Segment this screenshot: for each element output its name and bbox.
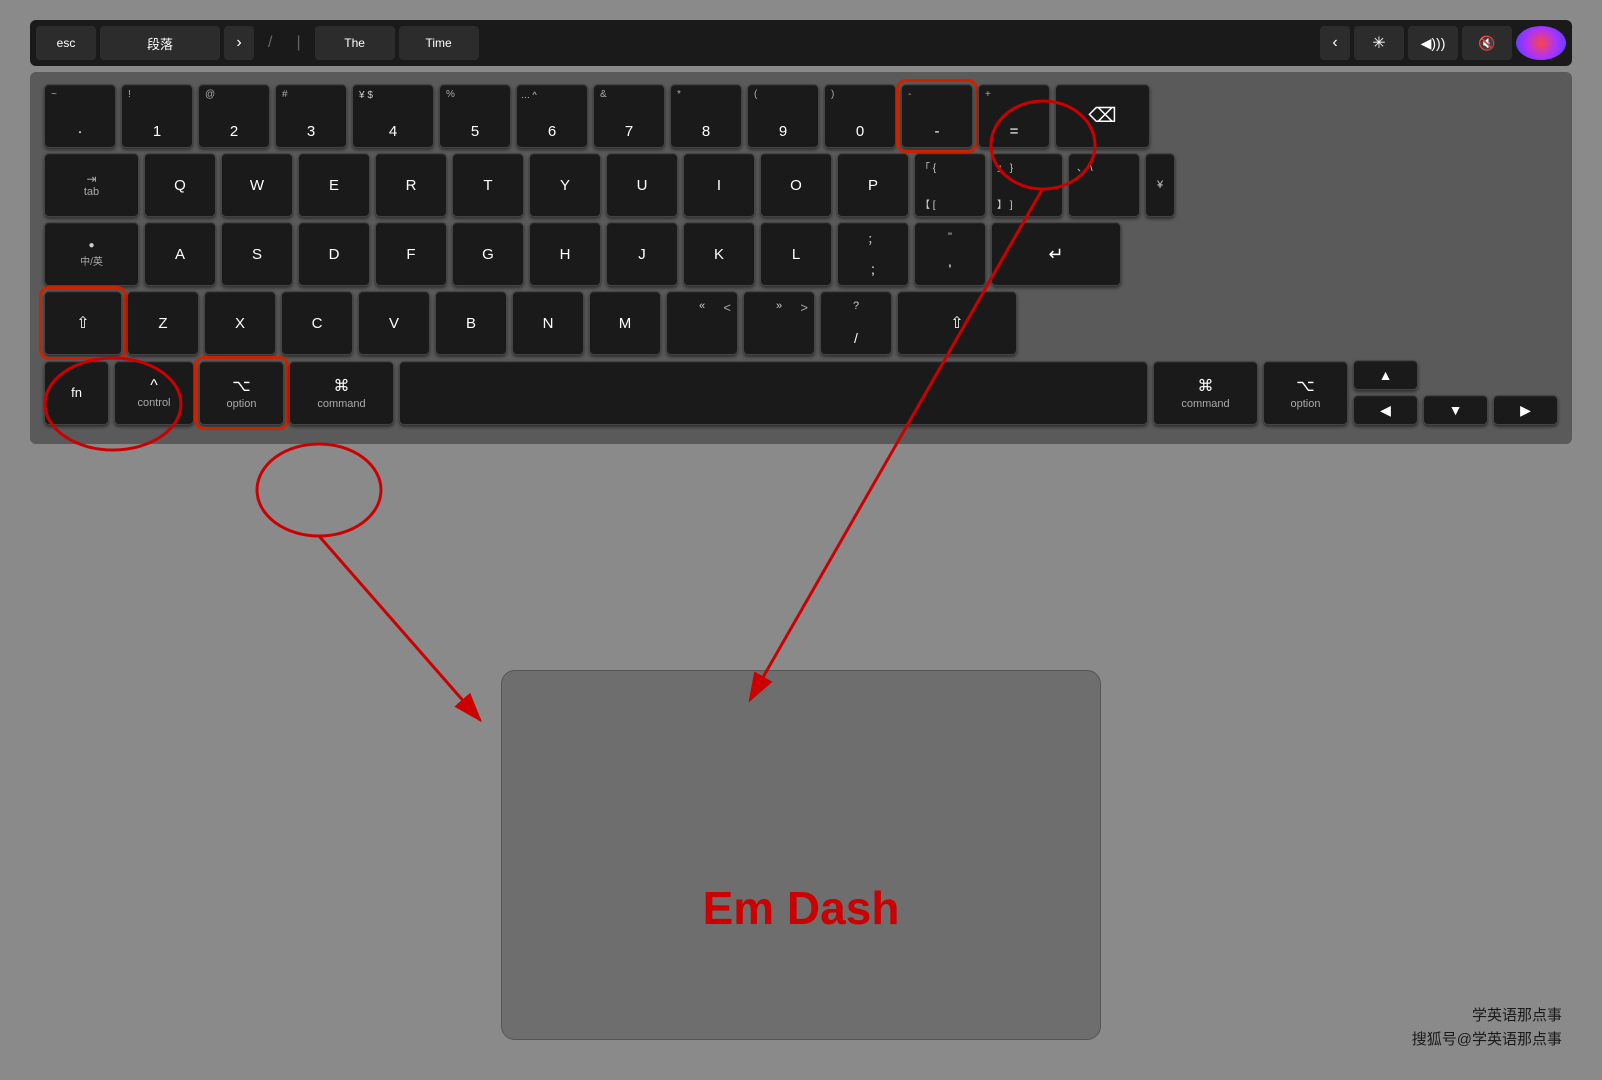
key-7[interactable]: & 7 [593, 84, 665, 148]
key-q[interactable]: Q [144, 153, 216, 217]
key-6[interactable]: … ^ 6 [516, 84, 588, 148]
tb-siri[interactable] [1516, 26, 1566, 60]
key-bracket-r[interactable]: 」 } 】 ] [991, 153, 1063, 217]
key-option-left[interactable]: ⌥ option [199, 361, 284, 425]
key-command-left[interactable]: ⌘ command [289, 361, 394, 425]
modifier-row: fn ^ control ⌥ option ⌘ command ⌘ comman… [44, 360, 1558, 425]
tb-pipe: | [286, 26, 310, 60]
key-bracket-l[interactable]: 「 { 【 [ [914, 153, 986, 217]
key-arrow-right[interactable]: ▶ [1493, 395, 1558, 425]
key-n[interactable]: N [512, 291, 584, 355]
key-x[interactable]: X [204, 291, 276, 355]
key-r[interactable]: R [375, 153, 447, 217]
tb-slash: / [258, 26, 282, 60]
key-quote[interactable]: " ' [914, 222, 986, 286]
key-b[interactable]: B [435, 291, 507, 355]
key-u[interactable]: U [606, 153, 678, 217]
tb-angle-r: › [224, 26, 254, 60]
key-9[interactable]: ( 9 [747, 84, 819, 148]
tb-brightness[interactable]: ✳ [1354, 26, 1404, 60]
key-5[interactable]: % 5 [439, 84, 511, 148]
tb-the[interactable]: The [315, 26, 395, 60]
tb-angle-l: ‹ [1320, 26, 1350, 60]
key-i[interactable]: I [683, 153, 755, 217]
key-semicolon[interactable]: ； ; [837, 222, 909, 286]
qwerty-row: ⇥ tab Q W E R T Y U I O P 「 { 【 [ 」 } 】 … [44, 153, 1558, 217]
key-4[interactable]: ¥ $ 4 [352, 84, 434, 148]
key-z[interactable]: Z [127, 291, 199, 355]
key-a[interactable]: A [144, 222, 216, 286]
key-f[interactable]: F [375, 222, 447, 286]
key-caps[interactable]: ● 中/英 [44, 222, 139, 286]
key-v[interactable]: V [358, 291, 430, 355]
key-yen[interactable]: ¥ [1145, 153, 1175, 217]
tb-duanluo[interactable]: 段落 [100, 26, 220, 60]
key-c[interactable]: C [281, 291, 353, 355]
key-j[interactable]: J [606, 222, 678, 286]
key-o[interactable]: O [760, 153, 832, 217]
key-8[interactable]: * 8 [670, 84, 742, 148]
key-2[interactable]: @ 2 [198, 84, 270, 148]
esc-key[interactable]: esc [36, 26, 96, 60]
watermark: 学英语那点事 搜狐号@学英语那点事 [1412, 1004, 1562, 1052]
key-arrow-left[interactable]: ◀ [1353, 395, 1418, 425]
key-fn[interactable]: fn [44, 361, 109, 425]
tb-time[interactable]: Time [399, 26, 479, 60]
key-h[interactable]: H [529, 222, 601, 286]
key-arrow-down[interactable]: ▼ [1423, 395, 1488, 425]
tb-volume[interactable]: ◀))) [1408, 26, 1458, 60]
keyboard: ~ · ! 1 @ 2 # 3 ¥ $ 4 % 5 … ^ 6 [30, 72, 1572, 444]
key-arrow-up[interactable]: ▲ [1353, 360, 1418, 390]
key-m[interactable]: M [589, 291, 661, 355]
key-backtick[interactable]: ~ · [44, 84, 116, 148]
key-slash[interactable]: ? / [820, 291, 892, 355]
key-g[interactable]: G [452, 222, 524, 286]
key-y[interactable]: Y [529, 153, 601, 217]
key-t[interactable]: T [452, 153, 524, 217]
tb-mute[interactable]: 🔇 [1462, 26, 1512, 60]
key-e[interactable]: E [298, 153, 370, 217]
key-3[interactable]: # 3 [275, 84, 347, 148]
key-return[interactable]: ↵ [991, 222, 1121, 286]
key-d[interactable]: D [298, 222, 370, 286]
asdf-row: ● 中/英 A S D F G H J K L ； ; " ' ↵ [44, 222, 1558, 286]
key-period[interactable]: » > [743, 291, 815, 355]
touch-bar: esc 段落 › / | The Time ‹ ✳ ◀))) 🔇 [30, 20, 1572, 66]
key-0[interactable]: ) 0 [824, 84, 896, 148]
key-minus[interactable]: - - [901, 84, 973, 148]
arrow-cluster: ▲ ◀ ▼ ▶ [1353, 360, 1558, 425]
key-p[interactable]: P [837, 153, 909, 217]
key-w[interactable]: W [221, 153, 293, 217]
key-command-right[interactable]: ⌘ command [1153, 361, 1258, 425]
key-shift-left[interactable]: ⇧ [44, 291, 122, 355]
key-shift-right[interactable]: ⇧ [897, 291, 1017, 355]
key-l[interactable]: L [760, 222, 832, 286]
key-comma[interactable]: « < [666, 291, 738, 355]
zxcv-row: ⇧ Z X C V B N M « < » > ? / ⇧ [44, 291, 1558, 355]
key-s[interactable]: S [221, 222, 293, 286]
trackpad[interactable] [501, 670, 1101, 1040]
key-control-left[interactable]: ^ control [114, 361, 194, 425]
key-1[interactable]: ! 1 [121, 84, 193, 148]
key-k[interactable]: K [683, 222, 755, 286]
key-equals[interactable]: + = [978, 84, 1050, 148]
key-option-right[interactable]: ⌥ option [1263, 361, 1348, 425]
key-backslash[interactable]: 、 \ [1068, 153, 1140, 217]
key-tab[interactable]: ⇥ tab [44, 153, 139, 217]
number-row: ~ · ! 1 @ 2 # 3 ¥ $ 4 % 5 … ^ 6 [44, 84, 1558, 148]
key-delete[interactable]: ⌫ [1055, 84, 1150, 148]
em-dash-label: Em Dash [703, 881, 900, 935]
key-space[interactable] [399, 361, 1148, 425]
